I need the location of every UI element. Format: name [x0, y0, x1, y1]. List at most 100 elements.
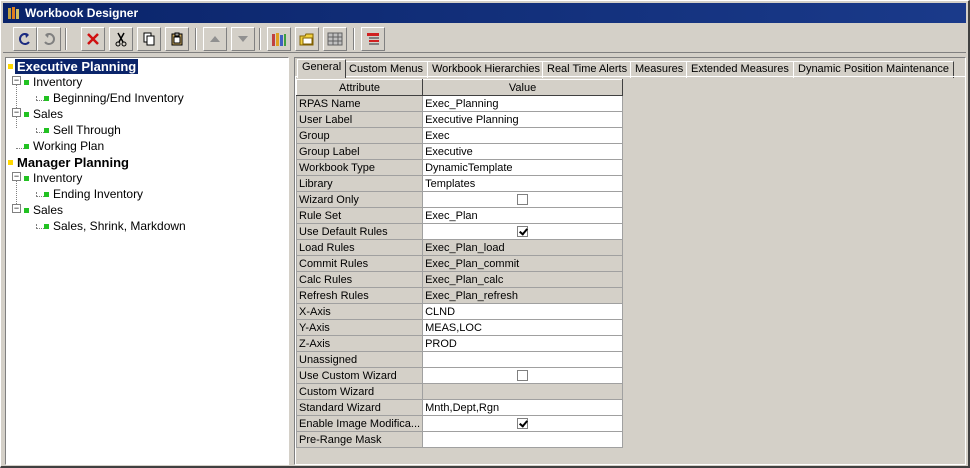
value-cell[interactable]	[422, 431, 624, 448]
tree-node-manager-planning[interactable]: Manager Planning	[8, 154, 131, 170]
tree-node-beginning-end-inventory[interactable]: Beginning/End Inventory	[44, 90, 186, 106]
undo-button[interactable]	[13, 27, 37, 51]
value-cell[interactable]	[422, 351, 624, 368]
tree-node-sales[interactable]: Sales	[24, 202, 65, 218]
value-cell[interactable]: Exec	[422, 127, 624, 144]
paste-button[interactable]	[165, 27, 189, 51]
tree-node-sell-through[interactable]: Sell Through	[44, 122, 123, 138]
table-row[interactable]: Calc Rules Exec_Plan_calc	[295, 271, 624, 288]
value-cell[interactable]: Exec_Planning	[422, 95, 624, 112]
value-cell[interactable]: Executive	[422, 143, 624, 160]
table-row[interactable]: Unassigned	[295, 351, 624, 368]
attribute-cell: Wizard Only	[295, 191, 424, 208]
open-folder-button[interactable]	[295, 27, 319, 51]
table-row[interactable]: Use Default Rules	[295, 223, 624, 240]
attribute-cell: Calc Rules	[295, 271, 424, 288]
attribute-cell: Use Default Rules	[295, 223, 424, 240]
cut-button[interactable]	[109, 27, 133, 51]
attribute-grid: Attribute Value RPAS Name Exec_Planning Us…	[295, 79, 624, 448]
general-tab-panel: Attribute Value RPAS Name Exec_Planning Us…	[295, 76, 965, 464]
unchecked-checkbox[interactable]	[517, 194, 529, 205]
title-bar[interactable]: Workbook Designer	[3, 3, 966, 23]
collapse-toggle-icon[interactable]: −	[12, 108, 21, 117]
table-row[interactable]: Commit Rules Exec_Plan_commit	[295, 255, 624, 272]
value-cell: Exec_Plan_commit	[422, 255, 624, 272]
attribute-cell: X-Axis	[295, 303, 424, 320]
copy-icon	[143, 32, 155, 46]
tree-node-working-plan[interactable]: Working Plan	[24, 138, 106, 154]
attribute-cell: Library	[295, 175, 424, 192]
hierarchy-button[interactable]	[361, 27, 385, 51]
move-down-button[interactable]	[231, 27, 255, 51]
checked-checkbox[interactable]	[517, 418, 529, 429]
tree-node-inventory[interactable]: Inventory	[24, 170, 84, 186]
tree-node-ending-inventory[interactable]: Ending Inventory	[44, 186, 145, 202]
value-cell[interactable]: Exec_Plan	[422, 207, 624, 224]
move-up-icon	[210, 36, 220, 42]
table-row[interactable]: Standard Wizard Mnth,Dept,Rgn	[295, 399, 624, 416]
value-checkbox-cell[interactable]	[422, 367, 624, 384]
grid-button[interactable]	[323, 27, 347, 51]
table-row[interactable]: Group Label Executive	[295, 143, 624, 160]
tab-general[interactable]: General	[297, 59, 347, 78]
table-row[interactable]: Wizard Only	[295, 191, 624, 208]
value-checkbox-cell[interactable]	[422, 223, 624, 240]
table-row[interactable]: Group Exec	[295, 127, 624, 144]
value-cell[interactable]: PROD	[422, 335, 624, 352]
table-row[interactable]: Pre-Range Mask	[295, 431, 624, 448]
node-icon	[24, 207, 29, 213]
move-up-button[interactable]	[203, 27, 227, 51]
value-checkbox-cell[interactable]	[422, 191, 624, 208]
table-row[interactable]: X-Axis CLND	[295, 303, 624, 320]
table-row[interactable]: Workbook Type DynamicTemplate	[295, 159, 624, 176]
collapse-toggle-icon[interactable]: −	[12, 172, 21, 181]
value-cell[interactable]: DynamicTemplate	[422, 159, 624, 176]
value-checkbox-cell[interactable]	[422, 415, 624, 432]
hierarchy-icon	[367, 33, 379, 45]
attribute-cell: Y-Axis	[295, 319, 424, 336]
copy-button[interactable]	[137, 27, 161, 51]
node-icon	[44, 127, 49, 133]
table-row[interactable]: Use Custom Wizard	[295, 367, 624, 384]
tree-node-sales[interactable]: Sales	[24, 106, 65, 122]
tree-node-executive-planning[interactable]: Executive Planning	[8, 58, 140, 75]
value-cell[interactable]: CLND	[422, 303, 624, 320]
delete-button[interactable]	[81, 27, 105, 51]
open-folder-icon	[299, 33, 314, 46]
table-row[interactable]: Rule Set Exec_Plan	[295, 207, 624, 224]
tree-node-inventory[interactable]: Inventory	[24, 74, 84, 90]
attribute-cell: Load Rules	[295, 239, 424, 256]
collapse-toggle-icon[interactable]: −	[12, 204, 21, 213]
value-cell[interactable]: Executive Planning	[422, 111, 624, 128]
redo-button[interactable]	[37, 27, 61, 51]
attribute-cell: Workbook Type	[295, 159, 424, 176]
undo-icon	[19, 33, 30, 45]
table-row[interactable]: Z-Axis PROD	[295, 335, 624, 352]
table-row[interactable]: Y-Axis MEAS,LOC	[295, 319, 624, 336]
table-row[interactable]: Refresh Rules Exec_Plan_refresh	[295, 287, 624, 304]
collapse-toggle-icon[interactable]: −	[12, 76, 21, 85]
unchecked-checkbox[interactable]	[517, 370, 529, 381]
value-cell[interactable]: Mnth,Dept,Rgn	[422, 399, 624, 416]
workbook-tree[interactable]: − − − − Executive Planning Inventory Beg…	[5, 57, 289, 465]
table-row[interactable]: User Label Executive Planning	[295, 111, 624, 128]
table-row[interactable]: RPAS Name Exec_Planning	[295, 95, 624, 112]
value-cell[interactable]: Templates	[422, 175, 624, 192]
value-cell[interactable]: MEAS,LOC	[422, 319, 624, 336]
library-icon	[272, 33, 286, 46]
checked-checkbox[interactable]	[517, 226, 529, 237]
node-icon	[24, 143, 29, 149]
attribute-cell: Refresh Rules	[295, 287, 424, 304]
table-row[interactable]: Load Rules Exec_Plan_load	[295, 239, 624, 256]
value-column-header[interactable]: Value	[422, 79, 624, 96]
tree-node-sales-shrink-markdown[interactable]: Sales, Shrink, Markdown	[44, 218, 188, 234]
table-row[interactable]: Enable Image Modifica...	[295, 415, 624, 432]
library-button[interactable]	[267, 27, 291, 51]
attribute-cell: Unassigned	[295, 351, 424, 368]
attribute-column-header[interactable]: Attribute	[295, 79, 424, 96]
table-row[interactable]: Custom Wizard	[295, 383, 624, 400]
delete-icon	[87, 33, 99, 45]
properties-pane: General Custom Menus Workbook Hierarchie…	[294, 57, 966, 465]
attribute-cell: Use Custom Wizard	[295, 367, 424, 384]
table-row[interactable]: Library Templates	[295, 175, 624, 192]
